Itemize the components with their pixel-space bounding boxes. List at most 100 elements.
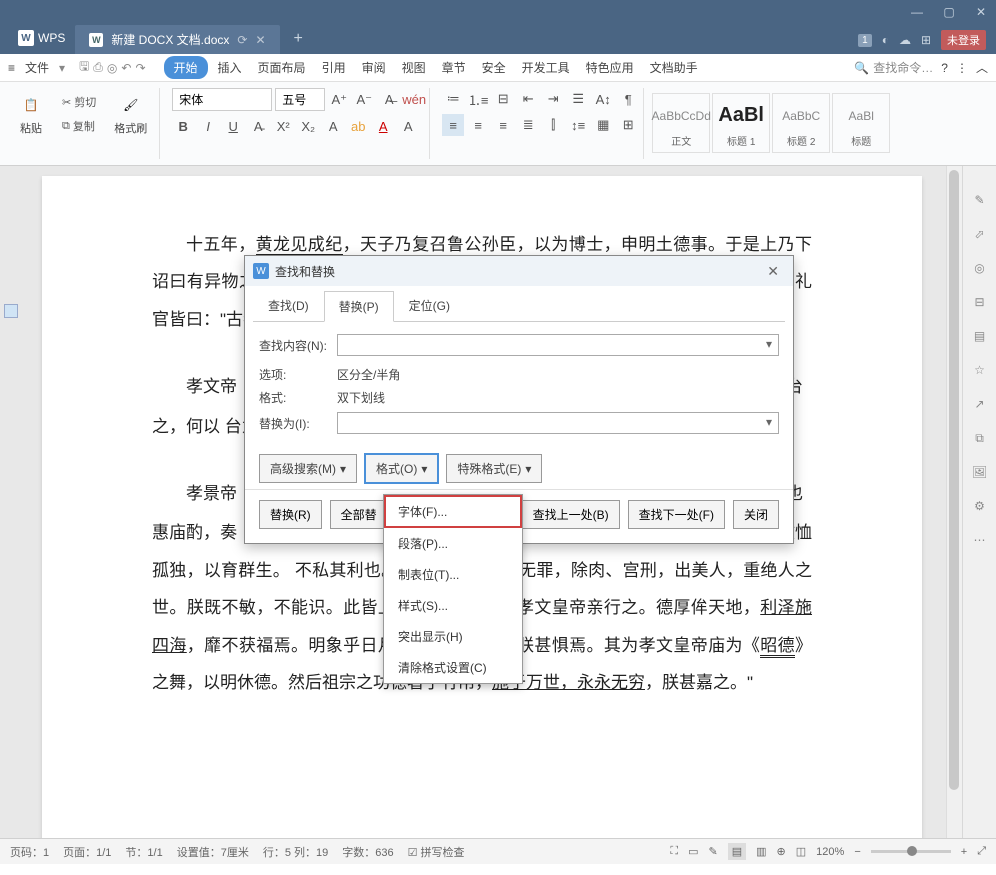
- status-pages[interactable]: 页面：1/1: [63, 844, 111, 860]
- more-tools-icon[interactable]: ⋯: [970, 530, 990, 550]
- format-button[interactable]: 格式(O)▾: [365, 454, 438, 483]
- tab-layout[interactable]: 页面布局: [252, 55, 312, 80]
- dropdown-icon[interactable]: ▾: [59, 61, 65, 75]
- dd-paragraph[interactable]: 段落(P)...: [384, 528, 522, 559]
- dd-style[interactable]: 样式(S)...: [384, 590, 522, 621]
- notification-badge[interactable]: 1: [858, 34, 872, 47]
- pencil-icon[interactable]: ✎: [970, 190, 990, 210]
- gutter-marker-icon[interactable]: [4, 304, 18, 318]
- shrink-font-icon[interactable]: A⁻: [353, 89, 375, 111]
- document-tab[interactable]: W 新建 DOCX 文档.docx ⟳ ✕: [75, 25, 279, 54]
- justify-icon[interactable]: ≣: [517, 114, 539, 136]
- find-input[interactable]: [337, 334, 779, 356]
- save-icon[interactable]: 🖫: [79, 57, 89, 78]
- cut-button[interactable]: ✂剪切: [56, 91, 102, 113]
- select-icon[interactable]: ⬀: [970, 224, 990, 244]
- tab-view[interactable]: 视图: [396, 55, 432, 80]
- print-icon[interactable]: ⎙: [93, 60, 103, 75]
- tab-helper[interactable]: 文档助手: [644, 55, 704, 80]
- file-menu[interactable]: 文件: [19, 55, 55, 80]
- char-border-icon[interactable]: A: [397, 115, 419, 137]
- line-spacing-icon[interactable]: ↕≡: [567, 114, 589, 136]
- undo-icon[interactable]: ↶: [121, 61, 131, 75]
- search-command[interactable]: 🔍 查找命令…: [854, 59, 933, 76]
- replace-button[interactable]: 替换(R): [259, 500, 322, 529]
- view-reading-icon[interactable]: ▭: [688, 845, 698, 858]
- target-icon[interactable]: ◎: [970, 258, 990, 278]
- tab-find[interactable]: 查找(D): [253, 290, 324, 321]
- skin-icon[interactable]: ◐: [882, 33, 889, 47]
- view-fullscreen-icon[interactable]: ⛶: [670, 845, 678, 858]
- ruler-icon[interactable]: ⧉: [970, 428, 990, 448]
- sheet-icon[interactable]: ▤: [970, 326, 990, 346]
- style-item-2[interactable]: AaBbC标题 2: [772, 93, 830, 153]
- decrease-indent-icon[interactable]: ⇤: [517, 88, 539, 110]
- view-web-icon[interactable]: ⊕: [777, 845, 786, 858]
- dialog-titlebar[interactable]: W 查找和替换 ✕: [245, 256, 793, 286]
- close-window-button[interactable]: ✕: [974, 5, 988, 19]
- share-icon[interactable]: ↗: [970, 394, 990, 414]
- font-family-select[interactable]: 宋体: [172, 88, 272, 111]
- best-fit-icon[interactable]: ⤢: [977, 845, 986, 858]
- status-page-no[interactable]: 页码：1: [10, 844, 49, 860]
- cloud-icon[interactable]: ☁: [899, 33, 911, 47]
- close-button[interactable]: 关闭: [733, 500, 779, 529]
- status-section[interactable]: 节：1/1: [125, 844, 162, 860]
- zoom-knob[interactable]: [907, 846, 917, 856]
- font-color-icon[interactable]: A: [372, 115, 394, 137]
- sort-icon[interactable]: A↕: [592, 88, 614, 110]
- new-tab-button[interactable]: +: [280, 24, 317, 54]
- replace-all-button[interactable]: 全部替: [330, 500, 388, 529]
- scrollbar-thumb[interactable]: [949, 170, 959, 790]
- style-item-1[interactable]: AaBl标题 1: [712, 93, 770, 153]
- style-item-3[interactable]: AaBl标题: [832, 93, 890, 153]
- menu-icon[interactable]: ≡: [8, 61, 15, 75]
- show-marks-icon[interactable]: ¶: [617, 88, 639, 110]
- dd-highlight[interactable]: 突出显示(H): [384, 621, 522, 652]
- tab-special[interactable]: 特色应用: [580, 55, 640, 80]
- phonetic-icon[interactable]: wén: [403, 89, 425, 111]
- spell-check[interactable]: ☑ 拼写检查: [408, 844, 465, 860]
- increase-indent-icon[interactable]: ⇥: [542, 88, 564, 110]
- replace-input[interactable]: [337, 412, 779, 434]
- zoom-out-icon[interactable]: −: [854, 846, 860, 858]
- maximize-button[interactable]: ▢: [942, 5, 956, 19]
- dd-clear-format[interactable]: 清除格式设置(C): [384, 652, 522, 683]
- font-size-select[interactable]: 五号: [275, 88, 325, 111]
- star-icon[interactable]: ☆: [970, 360, 990, 380]
- shading-icon[interactable]: ▦: [592, 114, 614, 136]
- dialog-close-button[interactable]: ✕: [761, 261, 785, 282]
- subscript-icon[interactable]: X₂: [297, 115, 319, 137]
- distribute-icon[interactable]: ⫿: [542, 114, 564, 136]
- superscript-icon[interactable]: X²: [272, 115, 294, 137]
- multilevel-list-icon[interactable]: ⊟: [492, 88, 514, 110]
- login-button[interactable]: 未登录: [941, 30, 986, 50]
- view-page-icon[interactable]: ▤: [728, 843, 746, 860]
- zoom-level[interactable]: 120%: [816, 846, 844, 858]
- status-words[interactable]: 字数：636: [342, 844, 393, 860]
- dd-tabstop[interactable]: 制表位(T)...: [384, 559, 522, 590]
- tab-dev[interactable]: 开发工具: [516, 55, 576, 80]
- tab-close-icon[interactable]: ✕: [255, 33, 265, 47]
- redo-icon[interactable]: ↷: [135, 61, 145, 75]
- vertical-scrollbar[interactable]: [946, 166, 962, 838]
- tab-chapter[interactable]: 章节: [436, 55, 472, 80]
- align-left-icon[interactable]: ≡: [442, 114, 464, 136]
- tree-icon[interactable]: ⊟: [970, 292, 990, 312]
- special-format-button[interactable]: 特殊格式(E)▾: [446, 454, 542, 483]
- picture-icon[interactable]: 🖼: [970, 462, 990, 482]
- gear-icon[interactable]: ⚙: [970, 496, 990, 516]
- advanced-search-button[interactable]: 高级搜索(M)▾: [259, 454, 357, 483]
- tab-insert[interactable]: 插入: [212, 55, 248, 80]
- view-outline-icon[interactable]: ▥: [756, 845, 766, 858]
- minimize-button[interactable]: —: [910, 5, 924, 19]
- tab-reference[interactable]: 引用: [316, 55, 352, 80]
- highlight-icon[interactable]: ab: [347, 115, 369, 137]
- grow-font-icon[interactable]: A⁺: [328, 89, 350, 111]
- more-icon[interactable]: ⋮: [956, 61, 968, 75]
- format-painter-button[interactable]: 🖌 格式刷: [106, 88, 155, 140]
- bullet-list-icon[interactable]: ≔: [442, 88, 464, 110]
- wps-logo[interactable]: W WPS: [8, 25, 75, 54]
- copy-button[interactable]: ⧉复制: [56, 115, 102, 137]
- tab-refresh-icon[interactable]: ⟳: [237, 33, 247, 47]
